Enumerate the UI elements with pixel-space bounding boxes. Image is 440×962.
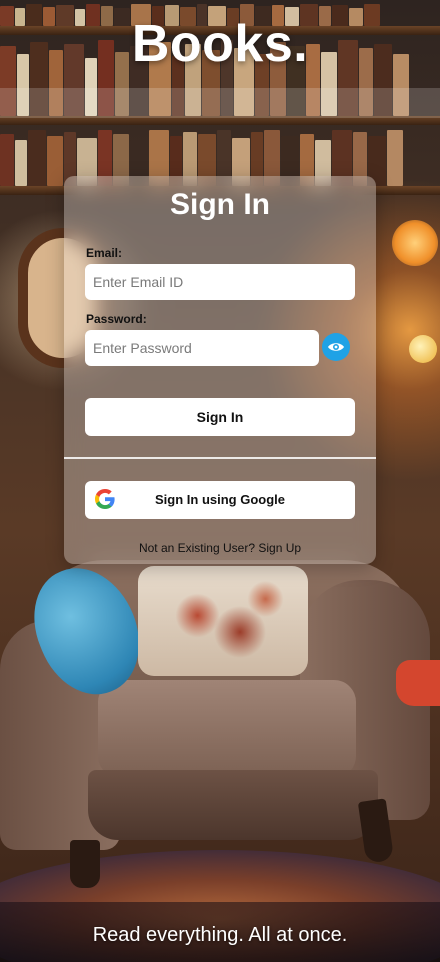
red-lamp [396,660,440,706]
footer-tagline: Read everything. All at once. [92,924,348,946]
sign-up-prompt: Not an Existing User? Sign Up [64,541,376,555]
sign-up-link[interactable]: Sign Up [258,541,301,555]
password-label: Password: [86,312,147,326]
floral-pillow [138,566,308,676]
sign-in-button[interactable]: Sign In [85,398,355,436]
divider [64,457,376,459]
google-sign-in-button[interactable]: Sign In using Google [85,481,355,519]
armchair-leg [70,840,100,888]
sign-in-heading: Sign In [170,188,270,221]
eye-icon [328,343,344,351]
brand-title: Books. [131,15,309,73]
title-band [0,88,440,118]
armchair-seat [98,680,356,778]
email-input[interactable] [85,264,355,300]
show-password-button[interactable] [322,333,350,361]
footer-band: Read everything. All at once. [0,902,440,962]
google-sign-in-label: Sign In using Google [155,492,285,507]
email-label: Email: [86,246,123,260]
sign-in-card: Sign In Email: Password: Sign In Sign In… [64,176,376,564]
glowing-orb [409,335,437,363]
lamp-light [392,220,438,266]
armchair-base [88,770,378,840]
sign-up-question: Not an Existing User? [138,541,255,555]
password-input[interactable] [85,330,319,366]
